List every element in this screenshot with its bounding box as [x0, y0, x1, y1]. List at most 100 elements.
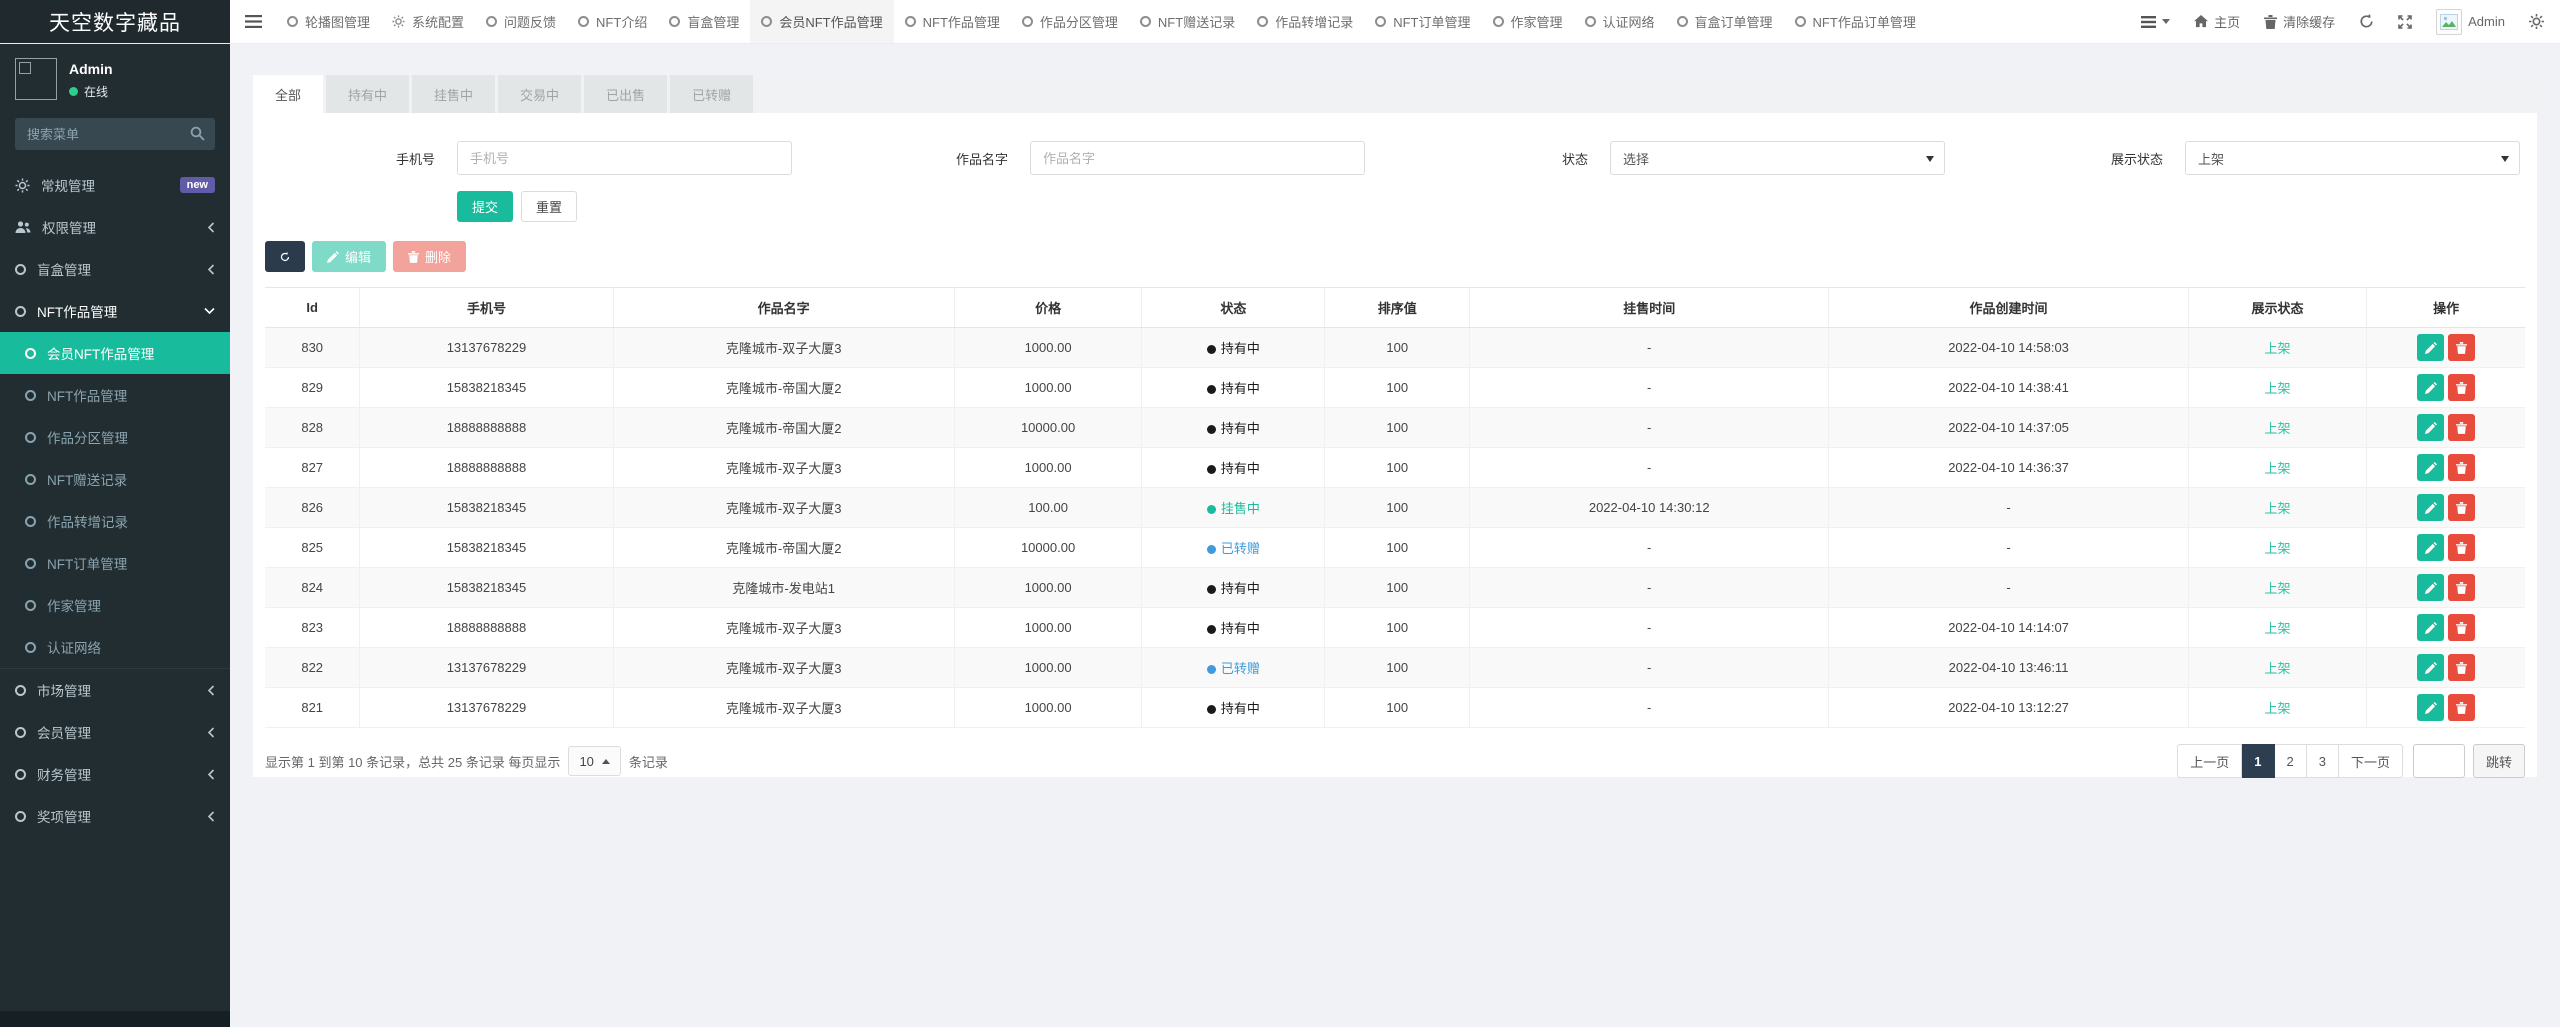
row-delete-button[interactable] [2448, 534, 2475, 561]
sidebar-subitem-2[interactable]: NFT作品管理 [0, 374, 230, 416]
row-delete-button[interactable] [2448, 454, 2475, 481]
row-edit-button[interactable] [2417, 334, 2444, 361]
topnav-item-10[interactable]: 作品转增记录 [1246, 0, 1364, 43]
row-edit-button[interactable] [2417, 494, 2444, 521]
topnav-item-13[interactable]: 认证网络 [1574, 0, 1666, 43]
topnav-item-15[interactable]: NFT作品订单管理 [1784, 0, 1927, 43]
topnav-item-11[interactable]: NFT订单管理 [1364, 0, 1481, 43]
home-button[interactable]: 主页 [2194, 12, 2240, 31]
circle-icon [761, 16, 772, 27]
topnav-item-6[interactable]: 会员NFT作品管理 [750, 0, 893, 43]
cell-id: 825 [265, 528, 360, 568]
topnav-item-7[interactable]: NFT作品管理 [894, 0, 1011, 43]
row-edit-button[interactable] [2417, 574, 2444, 601]
sidebar-bottom-item-1[interactable]: 市场管理 [0, 669, 230, 711]
display-status-link[interactable]: 上架 [2264, 341, 2290, 356]
menu-search-input[interactable] [15, 118, 215, 150]
sidebar-item-1[interactable]: 常规管理new [0, 164, 230, 206]
display-status-link[interactable]: 上架 [2264, 701, 2290, 716]
delete-button[interactable]: 删除 [393, 241, 466, 272]
sidebar-bottom-item-4[interactable]: 奖项管理 [0, 795, 230, 837]
display-status-select[interactable]: 上架 [2185, 141, 2520, 175]
display-status-link[interactable]: 上架 [2264, 381, 2290, 396]
row-delete-button[interactable] [2448, 654, 2475, 681]
topnav-item-3[interactable]: 问题反馈 [475, 0, 567, 43]
sidebar-subitem-1[interactable]: 会员NFT作品管理 [0, 332, 230, 374]
topnav-item-4[interactable]: NFT介绍 [567, 0, 658, 43]
tab-3[interactable]: 挂售中 [412, 75, 495, 113]
sidebar-item-2[interactable]: 权限管理 [0, 206, 230, 248]
topnav-item-2[interactable]: 系统配置 [381, 0, 475, 43]
sidebar-item-4[interactable]: NFT作品管理 [0, 290, 230, 332]
cell-status: 持有中 [1142, 408, 1325, 448]
refresh-page-button[interactable] [2359, 14, 2374, 29]
sidebar-subitem-7[interactable]: 作家管理 [0, 584, 230, 626]
row-delete-button[interactable] [2448, 694, 2475, 721]
edit-button[interactable]: 编辑 [312, 241, 386, 272]
topnav-item-1[interactable]: 轮播图管理 [276, 0, 381, 43]
row-edit-button[interactable] [2417, 614, 2444, 641]
row-edit-button[interactable] [2417, 654, 2444, 681]
next-page-button[interactable]: 下一页 [2339, 744, 2403, 778]
topnav-item-5[interactable]: 盲盒管理 [658, 0, 750, 43]
jump-page-input[interactable] [2413, 744, 2465, 778]
display-status-link[interactable]: 上架 [2264, 661, 2290, 676]
row-delete-button[interactable] [2448, 494, 2475, 521]
page-button-2[interactable]: 2 [2275, 744, 2307, 778]
page-button-1[interactable]: 1 [2242, 744, 2274, 778]
sidebar-item-3[interactable]: 盲盒管理 [0, 248, 230, 290]
row-delete-button[interactable] [2448, 574, 2475, 601]
row-edit-button[interactable] [2417, 454, 2444, 481]
reset-button[interactable]: 重置 [521, 191, 577, 222]
fullscreen-button[interactable] [2398, 15, 2412, 29]
topnav-item-14[interactable]: 盲盒订单管理 [1666, 0, 1784, 43]
sidebar-subitem-4[interactable]: NFT赠送记录 [0, 458, 230, 500]
jump-button[interactable]: 跳转 [2473, 744, 2525, 778]
display-status-link[interactable]: 上架 [2264, 541, 2290, 556]
per-page-select[interactable]: 10 [568, 746, 620, 776]
sidebar-bottom-item-2[interactable]: 会员管理 [0, 711, 230, 753]
work-name-input[interactable] [1030, 141, 1365, 175]
topnav-item-12[interactable]: 作家管理 [1482, 0, 1574, 43]
row-delete-button[interactable] [2448, 614, 2475, 641]
settings-button[interactable] [2529, 14, 2544, 29]
sidebar-subitem-3[interactable]: 作品分区管理 [0, 416, 230, 458]
row-delete-button[interactable] [2448, 334, 2475, 361]
page-button-3[interactable]: 3 [2307, 744, 2339, 778]
display-status-link[interactable]: 上架 [2264, 461, 2290, 476]
sidebar-subitem-6[interactable]: NFT订单管理 [0, 542, 230, 584]
display-status-link[interactable]: 上架 [2264, 501, 2290, 516]
circle-icon [25, 516, 36, 527]
status-select[interactable]: 选择 [1610, 141, 1945, 175]
sidebar-subitem-8[interactable]: 认证网络 [0, 626, 230, 668]
user-menu[interactable]: Admin [2436, 9, 2505, 35]
topnav-item-9[interactable]: NFT赠送记录 [1129, 0, 1246, 43]
tab-6[interactable]: 已转赠 [670, 75, 753, 113]
tab-1[interactable]: 全部 [253, 75, 323, 113]
sidebar-bottom-item-3[interactable]: 财务管理 [0, 753, 230, 795]
row-delete-button[interactable] [2448, 414, 2475, 441]
sidebar-subitem-5[interactable]: 作品转增记录 [0, 500, 230, 542]
prev-page-button[interactable]: 上一页 [2177, 744, 2242, 778]
topnav-item-label: 作家管理 [1511, 12, 1563, 31]
tab-list-dropdown[interactable] [2141, 16, 2170, 28]
row-edit-button[interactable] [2417, 374, 2444, 401]
phone-input[interactable] [457, 141, 792, 175]
tab-2[interactable]: 持有中 [326, 75, 409, 113]
submit-button[interactable]: 提交 [457, 191, 513, 222]
tab-5[interactable]: 已出售 [584, 75, 667, 113]
brand-logo[interactable]: 天空数字藏品 [0, 0, 230, 43]
topnav-item-8[interactable]: 作品分区管理 [1011, 0, 1129, 43]
display-status-link[interactable]: 上架 [2264, 621, 2290, 636]
display-status-link[interactable]: 上架 [2264, 421, 2290, 436]
clear-cache-button[interactable]: 清除缓存 [2264, 12, 2335, 31]
row-edit-button[interactable] [2417, 414, 2444, 441]
row-edit-button[interactable] [2417, 694, 2444, 721]
row-edit-button[interactable] [2417, 534, 2444, 561]
tab-4[interactable]: 交易中 [498, 75, 581, 113]
sidebar-toggle-button[interactable] [230, 0, 276, 43]
row-delete-button[interactable] [2448, 374, 2475, 401]
search-icon[interactable] [190, 126, 205, 141]
display-status-link[interactable]: 上架 [2264, 581, 2290, 596]
refresh-button[interactable] [265, 241, 305, 272]
